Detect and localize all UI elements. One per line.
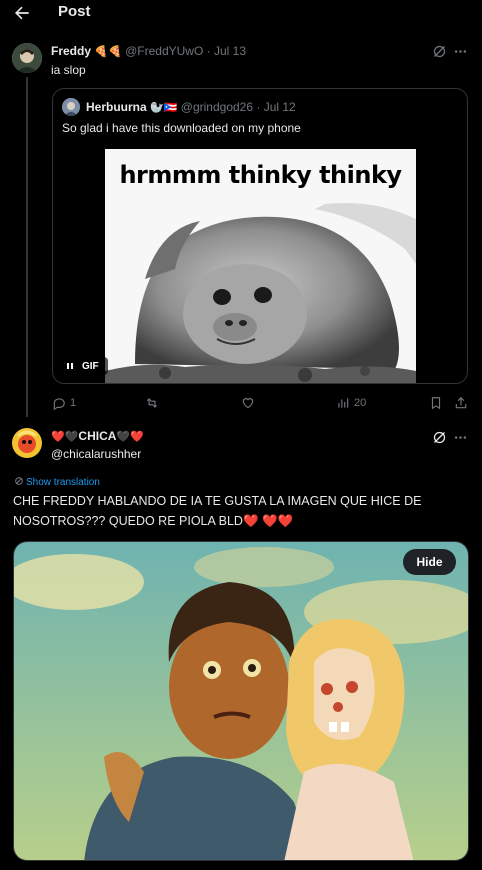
quoted-avatar[interactable] [62,98,80,116]
gif-badge[interactable]: GIF [58,357,108,375]
quoted-author-name: Herbuurna [86,100,147,114]
thread-line [26,77,28,417]
page-title: Post [58,3,91,20]
post-date[interactable]: Jul 13 [214,44,246,58]
quoted-avatar-image [62,98,80,116]
show-translation-label: Show translation [26,477,100,488]
avatar[interactable] [12,43,42,73]
post-text: ia slop [51,63,86,77]
more-options-icon[interactable] [453,44,468,59]
quoted-author-line: Herbuurna 🦭🇵🇷 @grindgod26 · Jul 12 [86,100,296,114]
quoted-post-date: Jul 12 [263,100,296,114]
quoted-post-text: So glad i have this downloaded on my pho… [62,121,301,135]
reply-grok-icon[interactable] [432,430,447,445]
views-button[interactable]: 20 [336,396,366,410]
reply-author-line: ❤️🖤CHICA🖤❤️ [51,429,144,443]
like-button[interactable] [241,396,255,410]
hide-button[interactable]: Hide [403,549,456,575]
share-icon[interactable] [454,396,468,410]
seal-image [105,203,416,383]
author-name[interactable]: Freddy [51,44,91,58]
reply-text-line1: CHE FREDDY HABLANDO DE IA TE GUSTA LA IM… [13,494,422,508]
reply-text-line2: NOSOTROS??? QUEDO RE PIOLA BLD❤️ ❤️❤️ [13,514,293,529]
views-icon [338,398,349,408]
reply-author-emoji-left: ❤️🖤 [51,431,79,443]
reply-button[interactable]: 1 [52,396,76,410]
reply-count: 1 [70,397,77,409]
reply-image[interactable] [13,541,469,861]
gif-badge-label: GIF [82,360,99,372]
reply-more-options-icon[interactable] [453,430,468,445]
pause-icon [67,363,73,369]
reply-text-emoji: ❤️ ❤️❤️ [242,514,294,528]
reply-text-line2-text: NOSOTROS??? QUEDO RE PIOLA BLD [13,514,243,528]
author-emoji: 🍕🍕 [94,46,122,58]
top-bar: Post [0,0,482,28]
reply-avatar-image [12,428,42,458]
post-author-line: Freddy 🍕🍕 @FreddYUwO · Jul 13 [51,44,247,58]
bookmark-icon[interactable] [429,396,443,410]
views-count: 20 [354,397,367,409]
avatar-freddy-image [12,43,42,73]
back-arrow-icon[interactable] [12,3,32,23]
repost-icon [146,398,158,408]
quoted-author-handle: @grindgod26 [180,100,254,114]
reply-avatar[interactable] [12,428,42,458]
translate-icon [15,477,23,485]
repost-button[interactable] [145,396,159,410]
reply-author-name[interactable]: CHICA [78,429,116,443]
reply-author-emoji-right: 🖤❤️ [116,431,144,443]
author-handle[interactable]: @FreddYUwO [125,44,203,58]
reply-icon [53,398,65,410]
gif-media[interactable]: hrmmm thinky thinky [105,149,416,383]
heart-icon [242,398,254,409]
grok-icon[interactable] [432,44,447,59]
reply-handle[interactable]: @chicalarushher [51,447,141,461]
show-translation-link[interactable]: Show translation [14,476,100,488]
quoted-author-emoji: 🦭🇵🇷 [150,102,178,114]
painting-image [14,542,468,860]
